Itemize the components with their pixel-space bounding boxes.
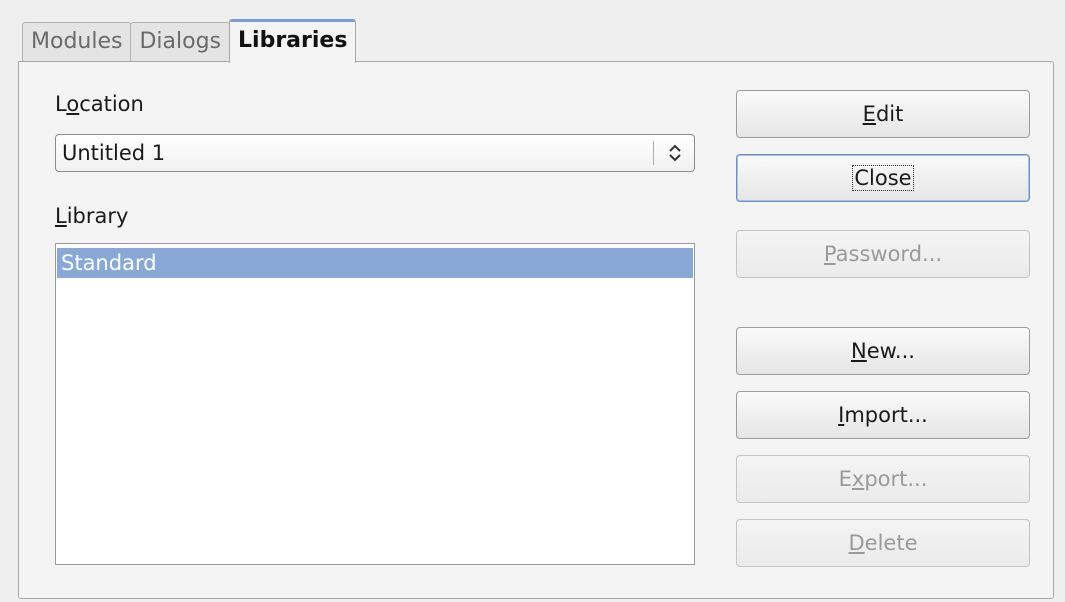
import-button-label: mport... (844, 403, 928, 427)
library-list[interactable]: Standard (55, 243, 695, 565)
password-button-mnemonic: P (823, 242, 836, 266)
export-button-mnemonic: x (851, 467, 865, 491)
export-button-pre: E (838, 467, 852, 491)
password-button-label: assword... (835, 242, 943, 266)
location-select-value: Untitled 1 (62, 141, 166, 165)
import-button[interactable]: Import... (736, 391, 1030, 439)
chevron-up-down-icon (669, 144, 681, 162)
libraries-panel: Location Untitled 1 Library Standard Edi… (18, 61, 1054, 599)
new-button-mnemonic: N (851, 339, 867, 363)
location-select[interactable]: Untitled 1 (55, 134, 695, 172)
tab-libraries[interactable]: Libraries (229, 19, 357, 63)
new-button-label: ew... (866, 339, 915, 363)
library-label: Library (55, 204, 128, 228)
close-button-label: Close (852, 165, 914, 191)
library-label-post: ibrary (66, 204, 129, 228)
delete-button-label: elete (864, 531, 918, 555)
tab-bar: Modules Dialogs Libraries (22, 18, 357, 63)
export-button[interactable]: Export... (736, 455, 1030, 503)
location-label-post: cation (79, 92, 144, 116)
password-button[interactable]: Password... (736, 230, 1030, 278)
close-button[interactable]: Close (736, 154, 1030, 202)
list-item[interactable]: Standard (57, 248, 693, 278)
location-label-pre: L (55, 92, 67, 116)
tab-dialogs[interactable]: Dialogs (130, 22, 231, 62)
new-button[interactable]: New... (736, 327, 1030, 375)
location-label: Location (55, 92, 144, 116)
library-label-mnemonic: L (55, 204, 67, 228)
edit-button-mnemonic: E (862, 102, 876, 126)
export-button-label: port... (864, 467, 928, 491)
combo-separator (653, 141, 654, 165)
edit-button[interactable]: Edit (736, 90, 1030, 138)
edit-button-label: dit (875, 102, 904, 126)
delete-button-mnemonic: D (848, 531, 865, 555)
tab-modules[interactable]: Modules (22, 22, 132, 62)
delete-button[interactable]: Delete (736, 519, 1030, 567)
location-label-mnemonic: o (66, 92, 80, 116)
